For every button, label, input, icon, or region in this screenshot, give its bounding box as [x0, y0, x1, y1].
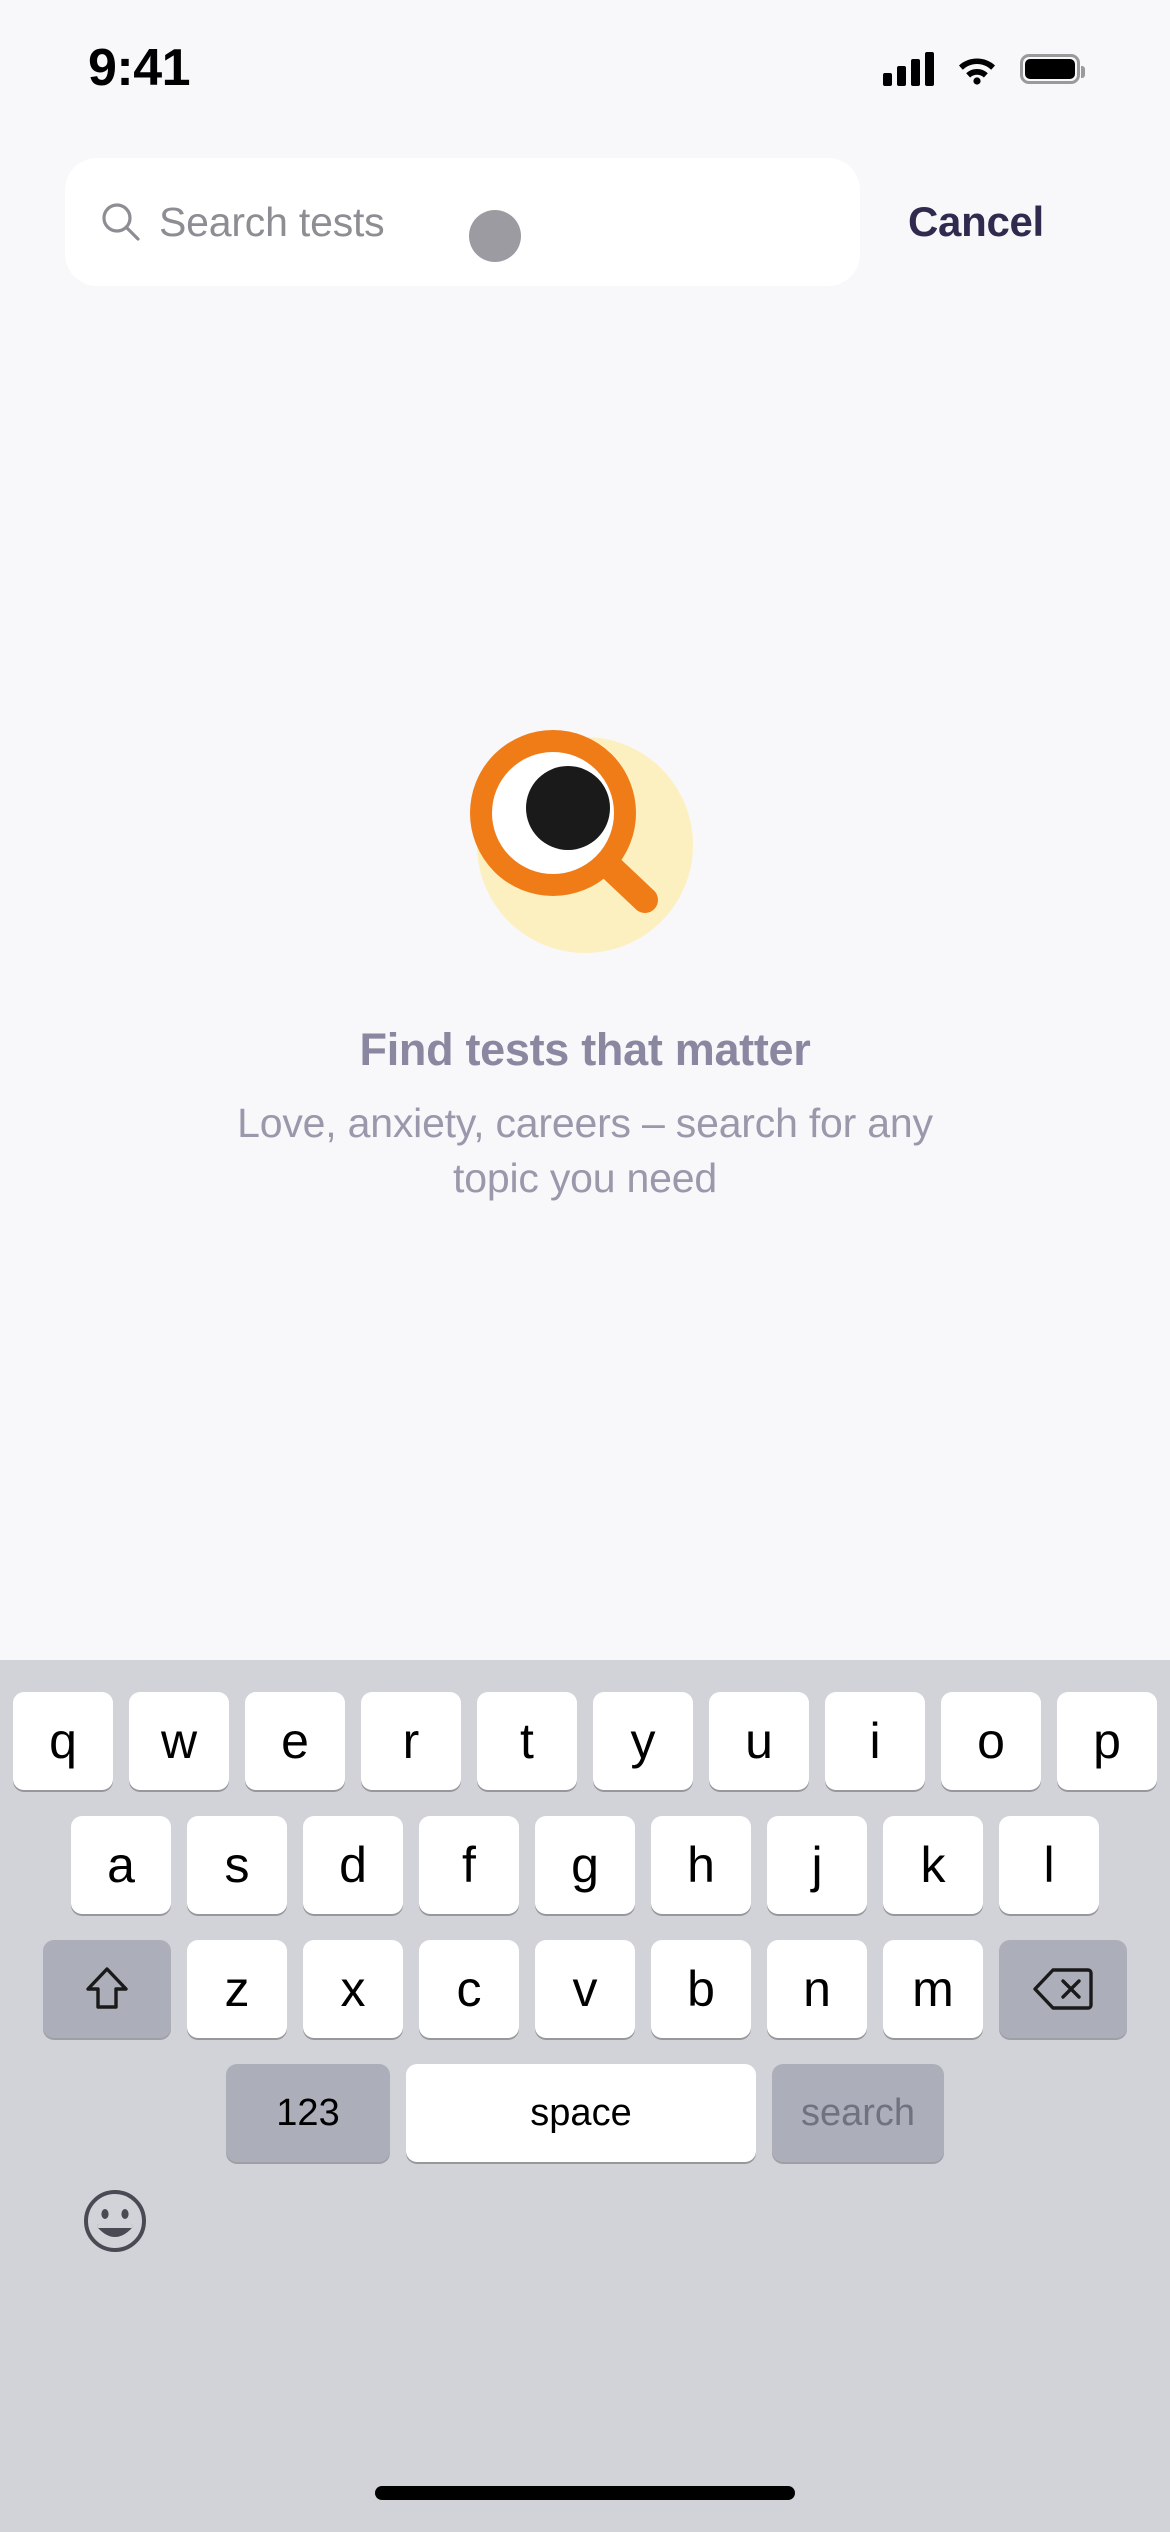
search-header: Search tests Cancel	[0, 158, 1170, 286]
search-placeholder: Search tests	[159, 198, 385, 245]
key-a[interactable]: a	[71, 1816, 171, 1914]
key-z[interactable]: z	[187, 1940, 287, 2038]
cellular-signal-icon	[883, 52, 934, 86]
key-c[interactable]: c	[419, 1940, 519, 2038]
key-h[interactable]: h	[651, 1816, 751, 1914]
key-f[interactable]: f	[419, 1816, 519, 1914]
empty-state: Find tests that matter Love, anxiety, ca…	[0, 700, 1170, 1205]
backspace-key[interactable]	[999, 1940, 1127, 2038]
magnifying-glass-eye-illustration	[470, 730, 693, 953]
status-bar: 9:41	[0, 0, 1170, 128]
keyboard-row-2: a s d f g h j k l	[0, 1816, 1170, 1914]
key-u[interactable]: u	[709, 1692, 809, 1790]
home-indicator	[375, 2486, 795, 2500]
key-m[interactable]: m	[883, 1940, 983, 2038]
keyboard-row-4: 123 space search	[0, 2064, 1170, 2162]
key-t[interactable]: t	[477, 1692, 577, 1790]
key-i[interactable]: i	[825, 1692, 925, 1790]
key-q[interactable]: q	[13, 1692, 113, 1790]
key-r[interactable]: r	[361, 1692, 461, 1790]
key-n[interactable]: n	[767, 1940, 867, 2038]
empty-state-subtitle: Love, anxiety, careers – search for any …	[237, 1100, 933, 1201]
status-time: 9:41	[88, 39, 191, 97]
touch-indicator	[469, 210, 521, 262]
shift-key[interactable]	[43, 1940, 171, 2038]
key-p[interactable]: p	[1057, 1692, 1157, 1790]
wifi-icon	[959, 58, 995, 85]
key-y[interactable]: y	[593, 1692, 693, 1790]
key-l[interactable]: l	[999, 1816, 1099, 1914]
key-k[interactable]: k	[883, 1816, 983, 1914]
key-o[interactable]: o	[941, 1692, 1041, 1790]
phone-screen: 9:41 Search tests Cancel Find tests that…	[0, 0, 1170, 2532]
key-d[interactable]: d	[303, 1816, 403, 1914]
backspace-icon	[1033, 1968, 1093, 2010]
key-w[interactable]: w	[129, 1692, 229, 1790]
keyboard-row-3: z x c v b n m	[0, 1940, 1170, 2038]
key-g[interactable]: g	[535, 1816, 635, 1914]
search-return-key[interactable]: search	[772, 2064, 944, 2162]
key-v[interactable]: v	[535, 1940, 635, 2038]
search-icon	[102, 203, 140, 241]
keyboard-bottom-bar	[0, 2188, 1170, 2254]
keyboard: q w e r t y u i o p a s d f g h j k l z …	[0, 1660, 1170, 2532]
empty-state-title: Find tests that matter	[359, 1024, 811, 1075]
key-b[interactable]: b	[651, 1940, 751, 2038]
keyboard-row-1: q w e r t y u i o p	[0, 1692, 1170, 1790]
status-indicators	[883, 52, 1085, 86]
key-j[interactable]: j	[767, 1816, 867, 1914]
battery-full-icon	[1020, 54, 1085, 84]
shift-arrow-icon	[86, 1967, 128, 2009]
space-key[interactable]: space	[406, 2064, 756, 2162]
cancel-button[interactable]: Cancel	[908, 158, 1044, 286]
search-input[interactable]: Search tests	[65, 158, 860, 286]
key-x[interactable]: x	[303, 1940, 403, 2038]
numbers-key[interactable]: 123	[226, 2064, 390, 2162]
emoji-smiley-icon[interactable]	[82, 2188, 148, 2254]
key-s[interactable]: s	[187, 1816, 287, 1914]
key-e[interactable]: e	[245, 1692, 345, 1790]
